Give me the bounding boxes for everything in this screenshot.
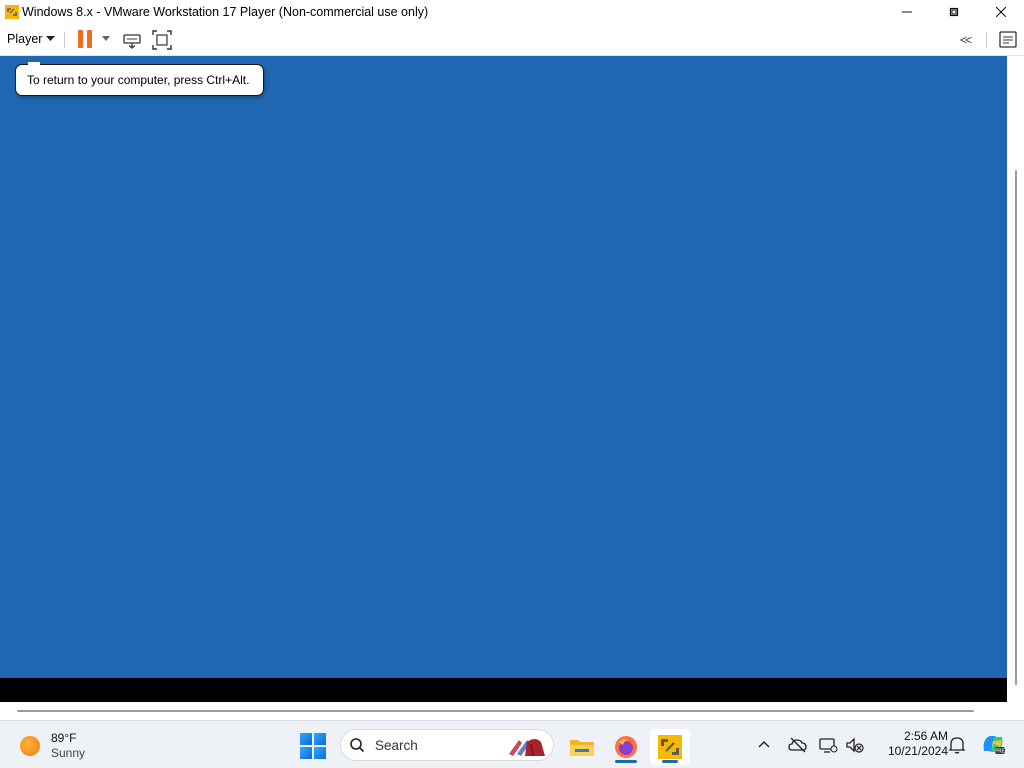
show-hidden-icons-button[interactable]	[758, 737, 770, 751]
notification-bell-icon[interactable]	[948, 735, 966, 755]
sun-icon	[20, 736, 40, 756]
taskbar-search[interactable]: Search	[340, 729, 554, 761]
pause-dropdown-icon[interactable]	[102, 36, 110, 41]
vmware-active-indicator	[662, 760, 678, 763]
windows-logo-pane	[300, 747, 312, 759]
chevron-up-icon	[758, 741, 770, 748]
vmware-player-icon	[658, 735, 682, 759]
message-log-icon[interactable]	[997, 29, 1019, 51]
onedrive-offline-icon[interactable]	[788, 735, 808, 755]
restore-icon	[949, 7, 958, 17]
windows-logo-icon	[300, 733, 312, 745]
network-icon[interactable]	[818, 735, 838, 755]
vm-display-bottom-strip	[0, 678, 1007, 702]
vertical-scrollbar-thumb[interactable]	[1015, 170, 1017, 685]
firefox-icon	[615, 736, 637, 758]
windows-taskbar: 89°F Sunny Search 2:56 AM 10/21/2024 PRE	[0, 720, 1024, 768]
copilot-icon[interactable]: PRE	[980, 731, 1006, 757]
weather-text: 89°F Sunny	[51, 731, 85, 761]
weather-condition: Sunny	[51, 746, 86, 760]
pause-icon-bar	[87, 30, 92, 48]
vmware-app-icon	[5, 5, 19, 19]
taskbar-firefox[interactable]	[606, 729, 646, 765]
copilot-pre-badge: PRE	[995, 749, 1005, 755]
chevron-down-icon	[46, 36, 56, 41]
window-titlebar: Windows 8.x - VMware Workstation 17 Play…	[0, 0, 1024, 24]
clock-date: 10/21/2024	[887, 744, 948, 758]
close-button[interactable]	[977, 0, 1024, 24]
horizontal-scrollbar-thumb[interactable]	[17, 710, 974, 712]
windows-logo-pane	[314, 747, 326, 759]
taskbar-vmware-player[interactable]	[650, 729, 690, 765]
volume-muted-icon[interactable]	[845, 735, 865, 755]
send-ctrl-alt-del-icon[interactable]	[121, 29, 143, 51]
fullscreen-icon[interactable]	[151, 29, 173, 51]
window-controls	[883, 0, 1024, 24]
pause-icon	[78, 30, 83, 48]
weather-widget[interactable]: 89°F Sunny	[20, 731, 85, 761]
search-highlight-art-icon	[509, 739, 545, 757]
release-input-tooltip: To return to your computer, press Ctrl+A…	[15, 64, 264, 96]
minimize-icon	[901, 11, 912, 13]
window-title: Windows 8.x - VMware Workstation 17 Play…	[22, 5, 429, 19]
player-menu-label: Player	[7, 32, 43, 46]
player-menu[interactable]: Player	[7, 32, 56, 46]
tooltip-pointer-mask	[28, 62, 40, 67]
unity-chevron-icon[interactable]: <<	[960, 33, 972, 47]
folder-icon	[570, 740, 594, 756]
maximize-button[interactable]	[930, 0, 977, 24]
system-clock[interactable]: 2:56 AM 10/21/2024	[872, 729, 948, 759]
minimize-button[interactable]	[883, 0, 930, 24]
vertical-scrollbar[interactable]	[1007, 56, 1024, 702]
weather-temperature: 89°F	[51, 731, 77, 745]
toolbar-divider-right	[986, 32, 987, 48]
close-icon	[995, 7, 1006, 17]
search-icon	[350, 738, 365, 753]
clock-time: 2:56 AM	[903, 729, 948, 743]
start-button[interactable]	[300, 733, 326, 759]
player-toolbar: Player <<	[0, 24, 1024, 56]
pause-button[interactable]	[78, 30, 94, 50]
tooltip-text: To return to your computer, press Ctrl+A…	[27, 73, 250, 87]
toolbar-divider	[64, 32, 65, 48]
horizontal-scrollbar[interactable]	[0, 702, 1024, 720]
windows-logo-pane	[314, 733, 326, 745]
search-placeholder: Search	[375, 737, 418, 753]
taskbar-file-explorer[interactable]	[562, 729, 602, 765]
vm-display[interactable]	[0, 56, 1007, 678]
firefox-running-indicator	[615, 760, 637, 763]
